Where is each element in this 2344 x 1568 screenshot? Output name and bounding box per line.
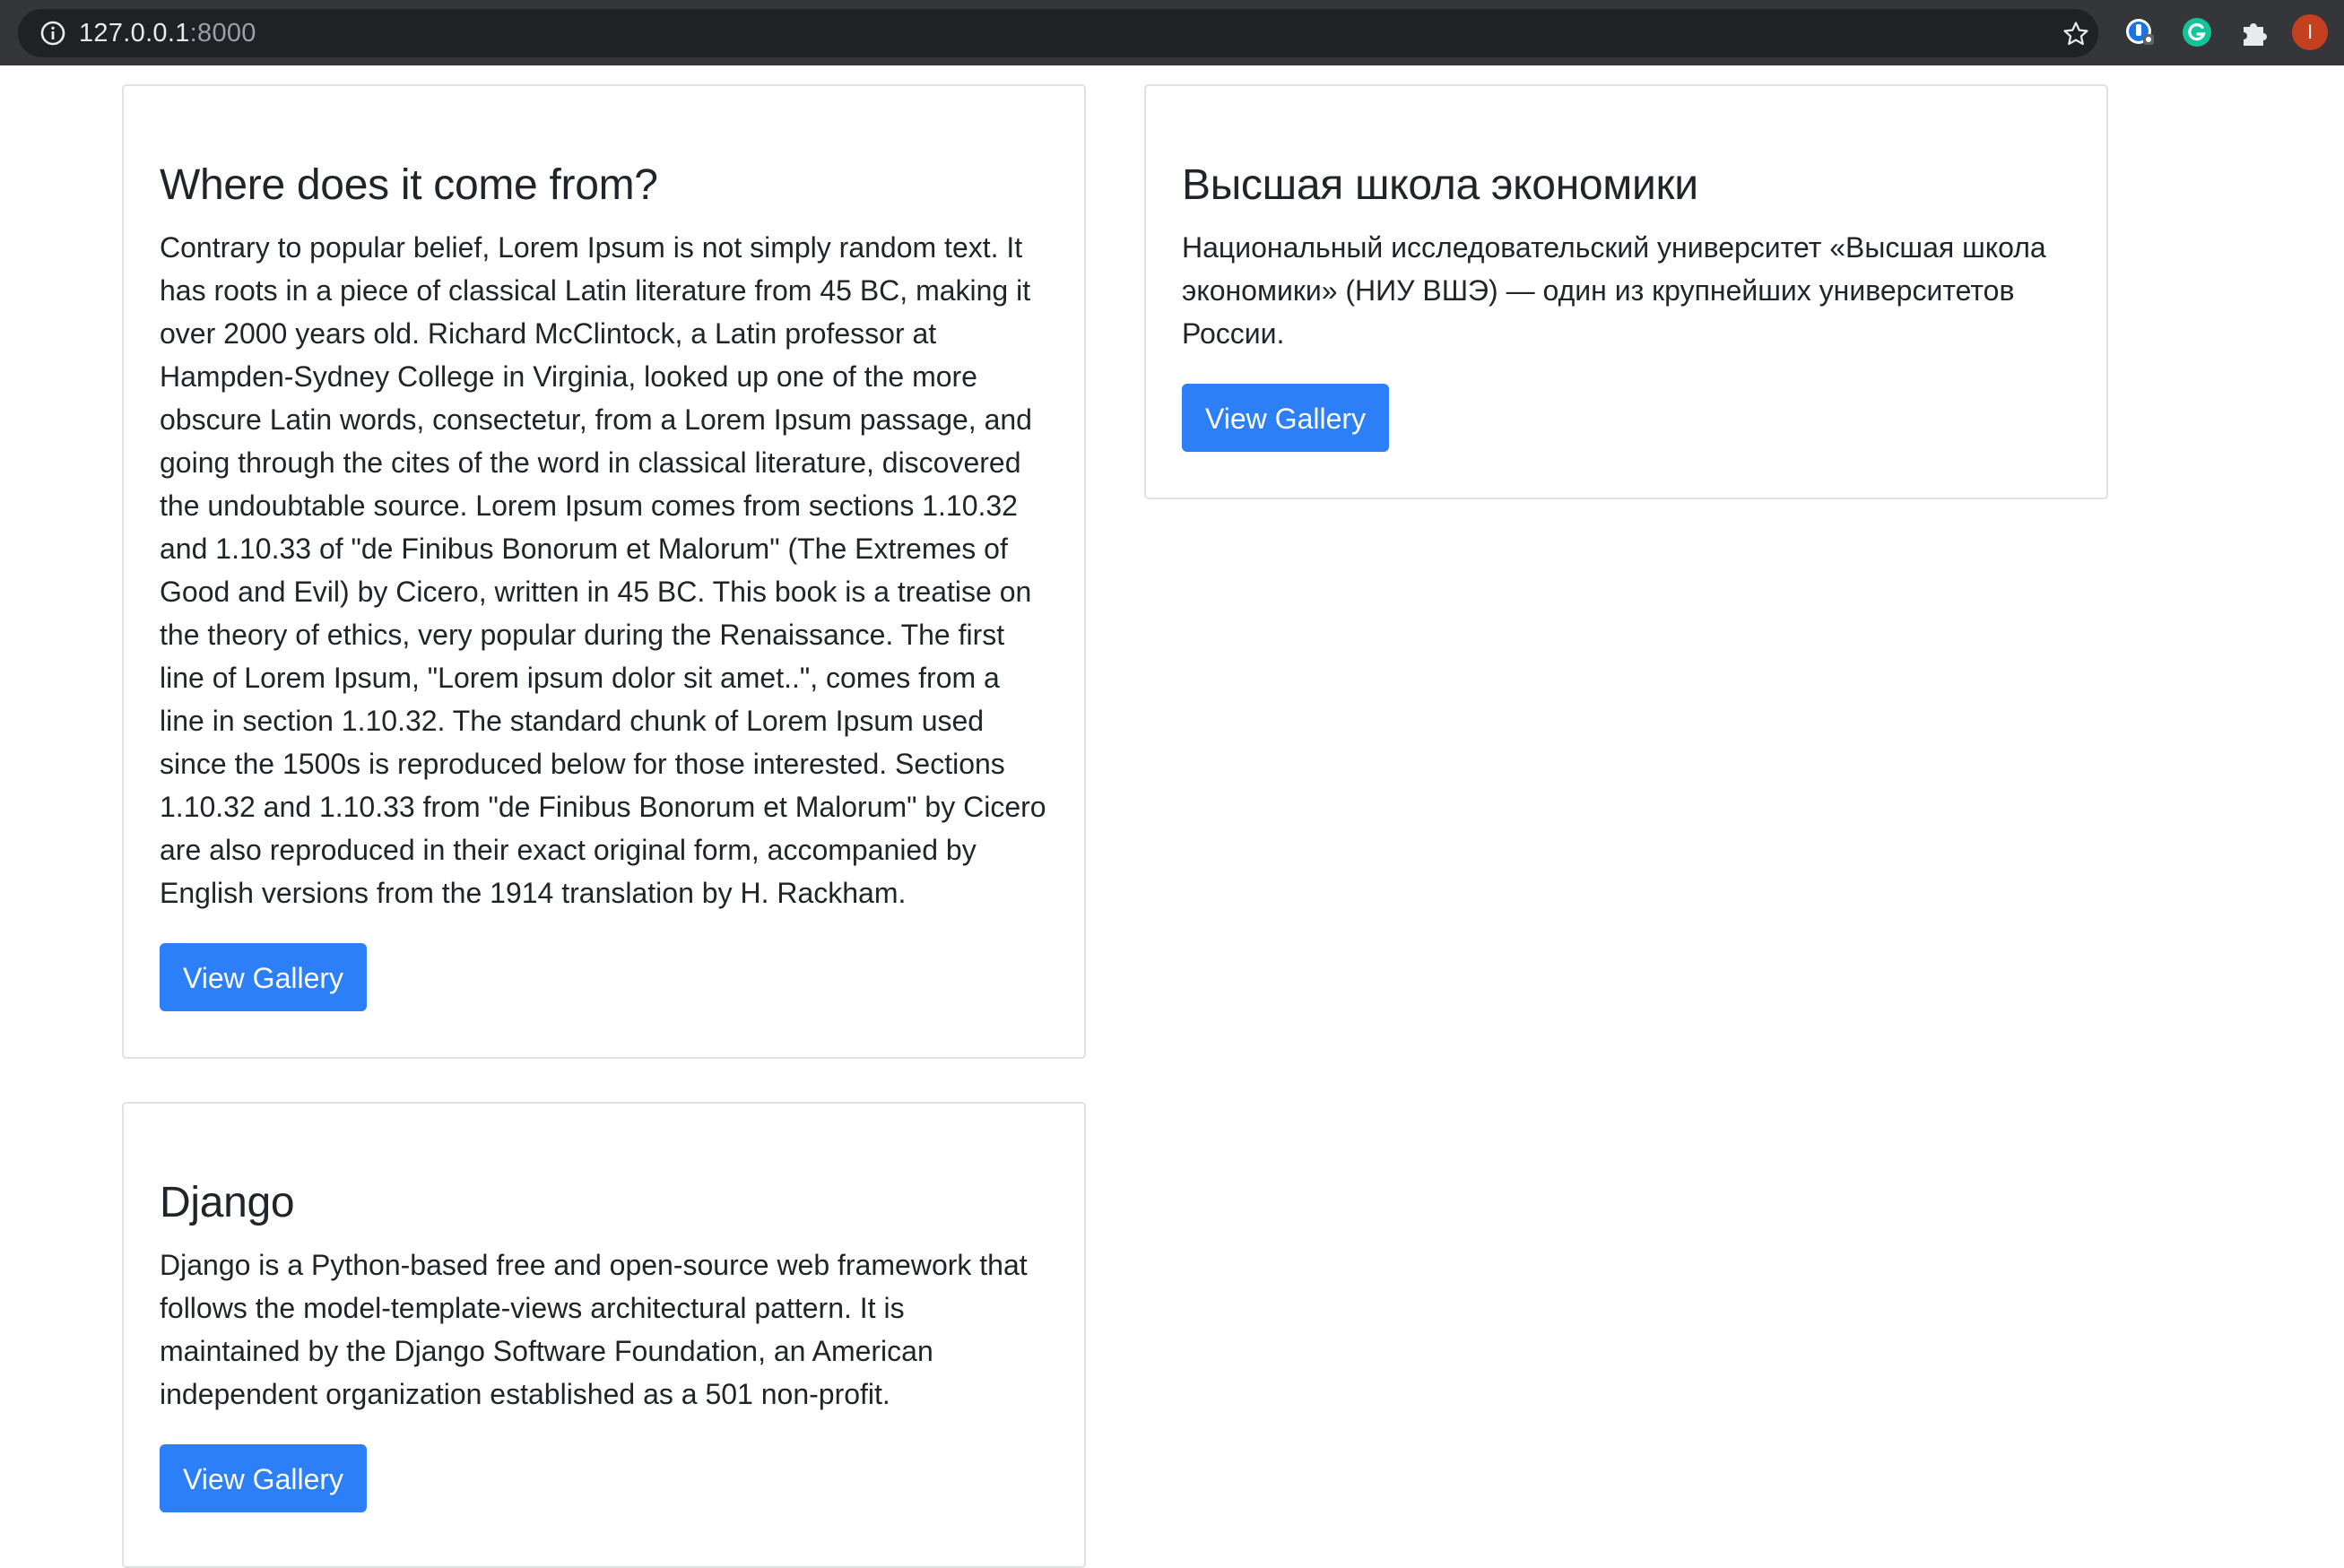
- profile-avatar[interactable]: I: [2292, 14, 2328, 50]
- card-text: Contrary to popular belief, Lorem Ipsum …: [160, 230, 1046, 909]
- card-text: Национальный исследовательский университ…: [1182, 230, 2046, 350]
- card-title: Django: [160, 1179, 295, 1226]
- grammarly-icon[interactable]: [2181, 16, 2213, 48]
- view-gallery-button[interactable]: View Gallery: [160, 1443, 368, 1512]
- url-host: 127.0.0.1: [79, 19, 190, 48]
- card-where-does-it-come-from: Where does it come from? Contrary to pop…: [122, 84, 1086, 1059]
- browser-toolbar: 127.0.0.1:8000 I: [0, 0, 2344, 65]
- card-title: Высшая школа экономики: [1182, 161, 1698, 209]
- view-gallery-button[interactable]: View Gallery: [1182, 383, 1390, 452]
- view-gallery-button[interactable]: View Gallery: [160, 942, 368, 1011]
- card-django: Django Django is a Python-based free and…: [122, 1102, 1086, 1568]
- url-text[interactable]: 127.0.0.1:8000: [79, 9, 256, 57]
- password-manager-icon[interactable]: [2123, 16, 2156, 48]
- card-hse: Высшая школа экономики Национальный иссл…: [1144, 84, 2108, 499]
- card-text: Django is a Python-based free and open-s…: [160, 1248, 1028, 1410]
- bookmark-star-icon[interactable]: [2062, 21, 2089, 48]
- url-port: :8000: [189, 19, 256, 48]
- info-icon[interactable]: [39, 20, 66, 47]
- address-bar[interactable]: 127.0.0.1:8000: [18, 9, 2098, 57]
- card-title: Where does it come from?: [160, 161, 658, 209]
- extensions-puzzle-icon[interactable]: [2238, 16, 2270, 48]
